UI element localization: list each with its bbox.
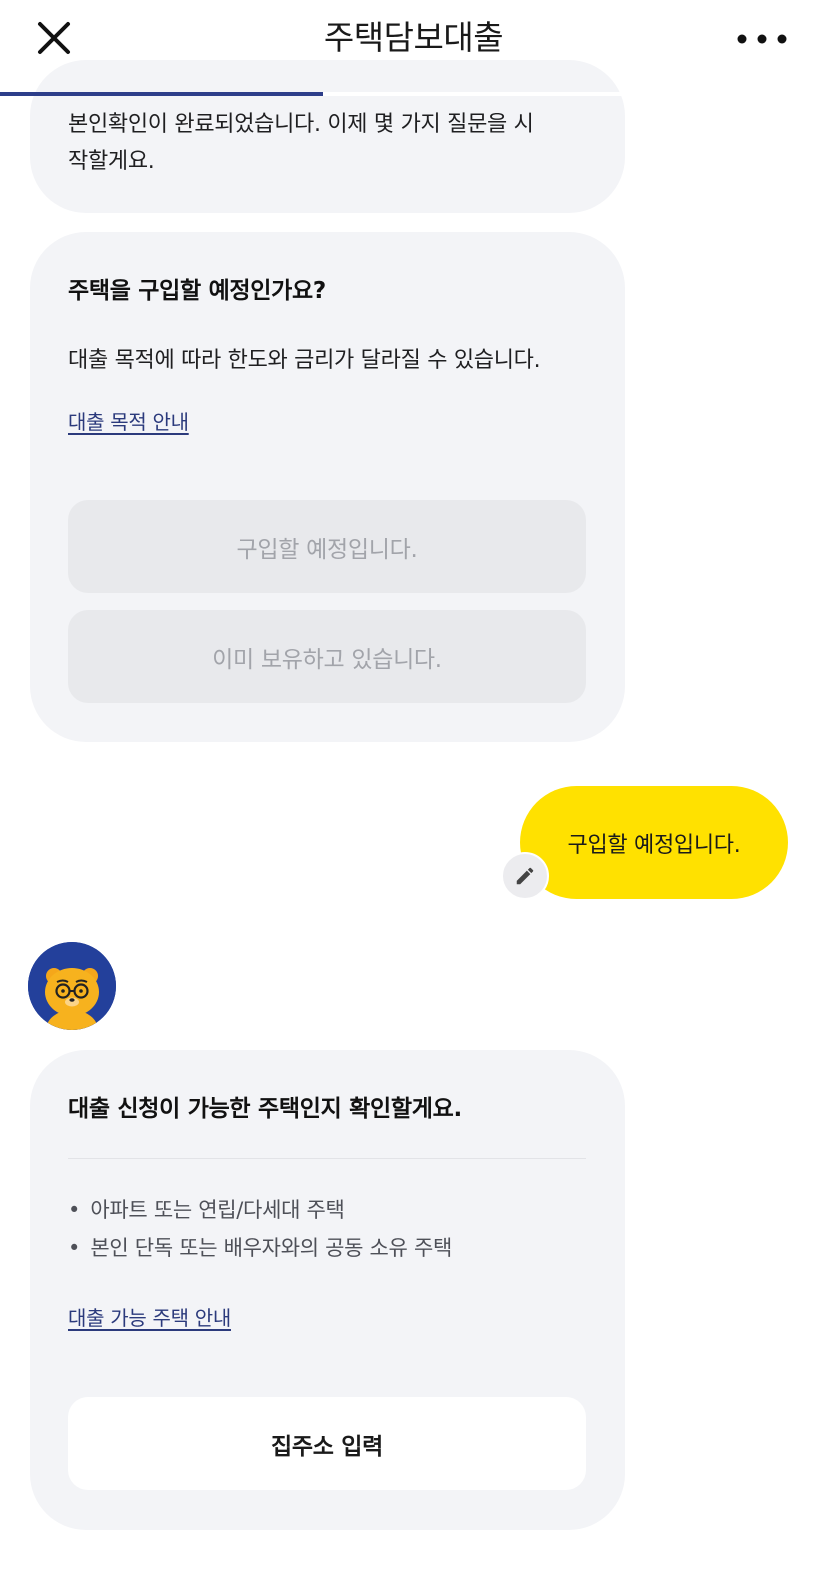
house-check-title: 대출 신청이 가능한 주택인지 확인할게요. [68, 1096, 462, 1122]
divider [68, 1158, 586, 1159]
more-icon [737, 34, 787, 44]
bullet-text: 본인 단독 또는 배우자와의 공동 소유 주택 [90, 1236, 452, 1260]
edit-answer-button[interactable] [501, 852, 549, 900]
house-eligibility-card: 대출 신청이 가능한 주택인지 확인할게요. • 아파트 또는 연립/다세대 주… [30, 1050, 625, 1530]
identity-message-line1: 본인확인이 완료되었습니다. 이제 몇 가지 질문을 시 [68, 112, 534, 137]
purchase-question-card: 주택을 구입할 예정인가요? 대출 목적에 따라 한도와 금리가 달라질 수 있… [30, 232, 625, 742]
option-plan-to-buy-button[interactable]: 구입할 예정입니다. [68, 500, 586, 593]
bullet-text: 아파트 또는 연립/다세대 주택 [90, 1198, 345, 1222]
progress-bar-fill [0, 92, 323, 96]
option-already-own-button[interactable]: 이미 보유하고 있습니다. [68, 610, 586, 703]
eligible-house-guide-link[interactable]: 대출 가능 주택 안내 [68, 1304, 231, 1332]
progress-bar [0, 92, 827, 96]
bullet-glyph: • [68, 1198, 81, 1222]
bullet-glyph: • [68, 1236, 81, 1260]
question-title: 주택을 구입할 예정인가요? [68, 278, 326, 304]
bot-avatar [28, 942, 116, 1030]
bullet-item: • 본인 단독 또는 배우자와의 공동 소유 주택 [68, 1233, 595, 1263]
pencil-icon [516, 867, 534, 885]
bullet-item: • 아파트 또는 연립/다세대 주택 [68, 1195, 595, 1225]
identity-message-line2: 작할게요. [68, 149, 155, 174]
more-options-button[interactable] [732, 22, 792, 56]
loan-purpose-guide-link[interactable]: 대출 목적 안내 [68, 408, 189, 436]
user-reply-bubble: 구입할 예정입니다. [520, 786, 788, 899]
identity-complete-message-card: 본인확인이 완료되었습니다. 이제 몇 가지 질문을 시 작할게요. [30, 60, 625, 213]
question-description: 대출 목적에 따라 한도와 금리가 달라질 수 있습니다. [68, 348, 541, 373]
page-title: 주택담보대출 [323, 18, 504, 57]
bear-character-avatar [28, 942, 116, 1030]
enter-address-button[interactable]: 집주소 입력 [68, 1397, 586, 1490]
